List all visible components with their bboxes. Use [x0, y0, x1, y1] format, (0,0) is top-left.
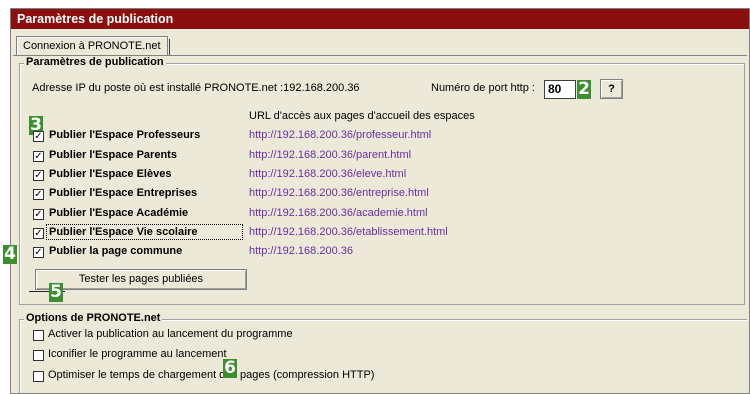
link-page-commune[interactable]: http://192.168.200.36	[249, 245, 353, 257]
port-label: Numéro de port http :	[431, 82, 535, 94]
checkbox-eleves[interactable]: ✓	[33, 170, 44, 181]
label-entreprises: Publier l'Espace Entreprises	[49, 187, 198, 199]
link-entreprises[interactable]: http://192.168.200.36/entreprise.html	[249, 187, 429, 199]
port-input[interactable]: 80	[544, 80, 576, 99]
label-page-commune: Publier la page commune	[49, 245, 183, 257]
ip-address-text: Adresse IP du poste où est installé PRON…	[32, 82, 360, 94]
publication-group-title: Paramètres de publication	[24, 56, 166, 68]
marker-5: 5	[49, 282, 63, 302]
marker-4: 4	[3, 244, 17, 264]
link-professeurs[interactable]: http://192.168.200.36/professeur.html	[249, 129, 431, 141]
test-published-pages-button[interactable]: Tester les pages publiées	[35, 269, 247, 290]
checkbox-parents[interactable]: ✓	[33, 151, 44, 162]
checkbox-activer-publication[interactable]	[33, 330, 44, 341]
checkbox-professeurs[interactable]: ✓	[33, 131, 44, 142]
label-parents: Publier l'Espace Parents	[49, 149, 177, 161]
checkbox-academie[interactable]: ✓	[33, 209, 44, 220]
label-activer-publication: Activer la publication au lancement du p…	[48, 328, 293, 340]
marker-2: 2	[577, 79, 591, 99]
link-parents[interactable]: http://192.168.200.36/parent.html	[249, 149, 411, 161]
label-optimiser: Optimiser le temps de chargement des pag…	[48, 369, 375, 381]
label-academie: Publier l'Espace Académie	[49, 207, 189, 219]
checkbox-iconifier[interactable]	[33, 350, 44, 361]
link-academie[interactable]: http://192.168.200.36/academie.html	[249, 207, 428, 219]
marker-6: 6	[223, 358, 237, 378]
checkbox-vie-scolaire[interactable]: ✓	[33, 228, 44, 239]
tab-connexion-pronote[interactable]: Connexion à PRONOTE.net	[16, 36, 170, 56]
urls-header: URL d'accès aux pages d'accueil des espa…	[249, 110, 475, 122]
checkbox-optimiser[interactable]	[33, 371, 44, 382]
label-vie-scolaire: Publier l'Espace Vie scolaire	[49, 226, 198, 238]
link-vie-scolaire[interactable]: http://192.168.200.36/etablissement.html	[249, 226, 448, 238]
label-eleves: Publier l'Espace Elèves	[49, 168, 172, 180]
checkbox-page-commune[interactable]: ✓	[33, 247, 44, 258]
options-group-title: Options de PRONOTE.net	[24, 312, 163, 324]
label-iconifier: Iconifier le programme au lancement	[48, 348, 227, 360]
label-professeurs: Publier l'Espace Professeurs	[49, 129, 201, 141]
link-eleves[interactable]: http://192.168.200.36/eleve.html	[249, 168, 406, 180]
publication-settings-window: Paramètres de publication Connexion à PR…	[3, 8, 750, 394]
help-button[interactable]: ?	[600, 79, 623, 99]
checkbox-entreprises[interactable]: ✓	[33, 189, 44, 200]
window-title: Paramètres de publication	[11, 9, 749, 29]
